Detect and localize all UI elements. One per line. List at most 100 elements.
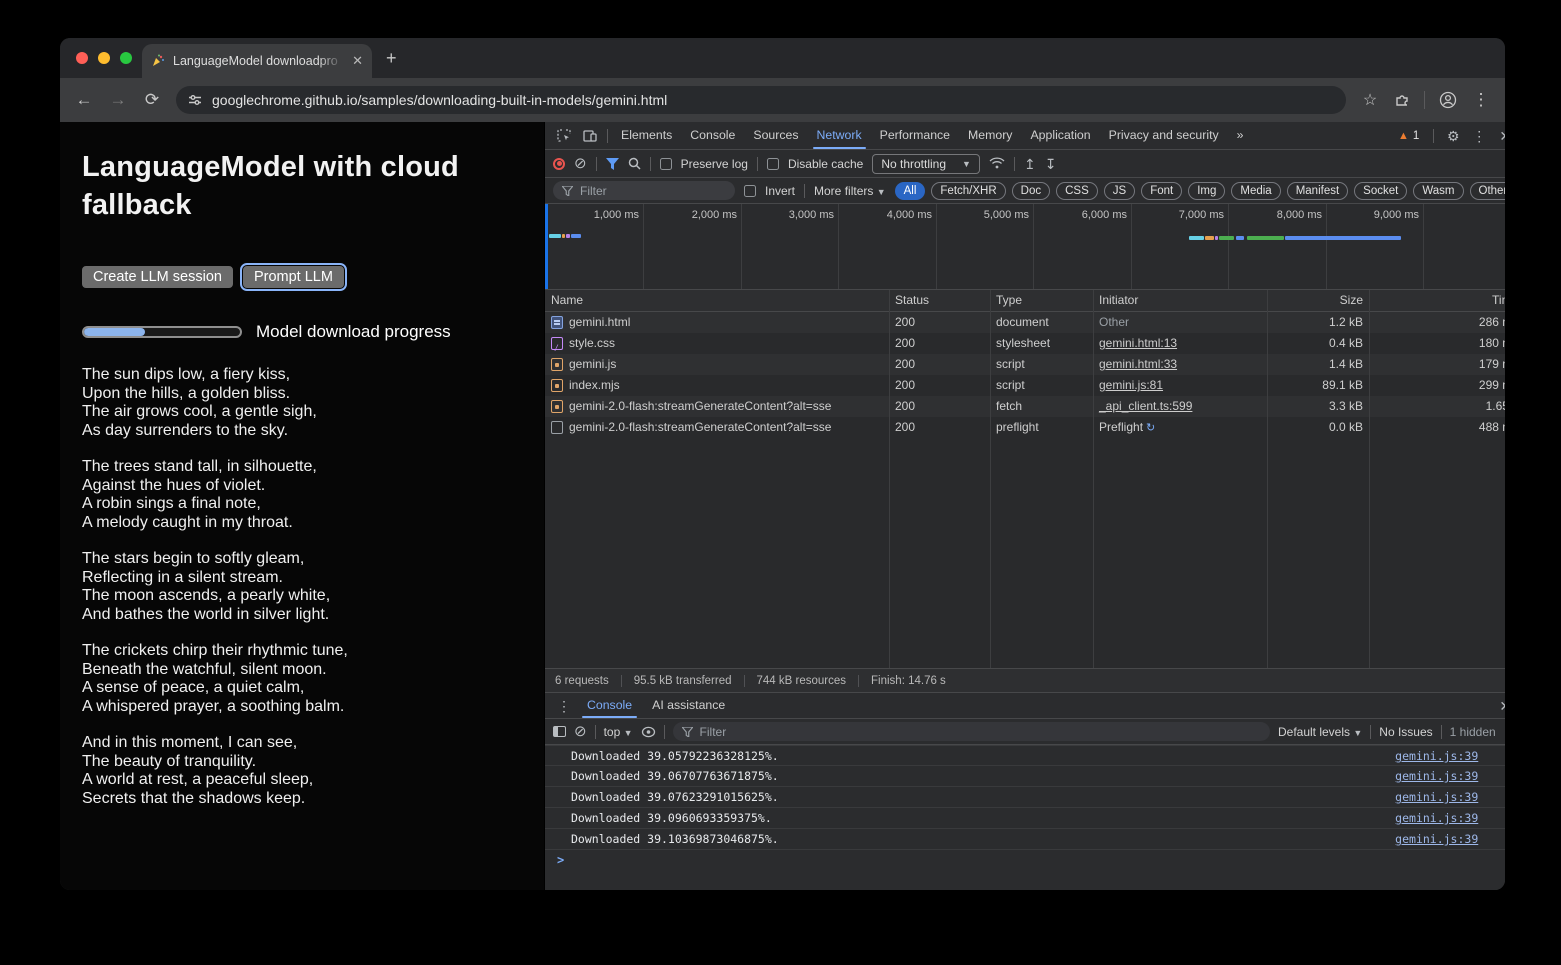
pill-wasm[interactable]: Wasm (1413, 182, 1463, 200)
log-source-link[interactable]: gemini.js:39 (1395, 746, 1478, 765)
tab-memory[interactable]: Memory (959, 122, 1021, 149)
hidden-messages-count[interactable]: 1 hidden (1450, 725, 1496, 739)
tab-application[interactable]: Application (1021, 122, 1099, 149)
table-row[interactable]: gemini-2.0-flash:streamGenerateContent?a… (545, 417, 1505, 438)
log-source-link[interactable]: gemini.js:39 (1395, 829, 1478, 849)
col-initiator[interactable]: Initiator (1093, 290, 1267, 311)
console-prompt[interactable]: > (545, 850, 1505, 870)
warnings-badge[interactable]: ▲ 1 (1398, 130, 1419, 142)
request-initiator-link[interactable]: gemini.html:13 (1099, 336, 1177, 350)
tab-privacy-security[interactable]: Privacy and security (1100, 122, 1228, 149)
network-filter-input[interactable]: Filter (553, 181, 735, 200)
drawer-close-icon[interactable]: ✕ (1492, 699, 1505, 713)
record-network-log-icon[interactable] (553, 158, 565, 170)
request-initiator-link[interactable]: gemini.js:81 (1099, 378, 1163, 392)
pill-font[interactable]: Font (1141, 182, 1182, 200)
export-har-icon[interactable]: ↧ (1045, 157, 1057, 171)
more-tabs-icon[interactable]: » (1228, 122, 1253, 149)
pill-manifest[interactable]: Manifest (1287, 182, 1348, 200)
extensions-icon[interactable] (1394, 92, 1410, 108)
overview-left-handle[interactable] (545, 204, 548, 289)
pill-img[interactable]: Img (1188, 182, 1225, 200)
back-icon[interactable]: ← (74, 90, 94, 110)
col-name[interactable]: Name (545, 290, 889, 311)
pill-js[interactable]: JS (1104, 182, 1135, 200)
log-source-link[interactable]: gemini.js:39 (1395, 787, 1478, 807)
browser-tab[interactable]: LanguageModel downloadpro ✕ (142, 44, 372, 78)
pill-socket[interactable]: Socket (1354, 182, 1407, 200)
invert-checkbox[interactable] (744, 185, 756, 197)
pill-fetch-xhr[interactable]: Fetch/XHR (931, 182, 1005, 200)
clear-console-icon[interactable]: ⊘ (574, 724, 587, 739)
request-initiator-link[interactable]: gemini.html:33 (1099, 357, 1177, 371)
log-source-link[interactable]: gemini.js:39 (1395, 766, 1478, 786)
pill-doc[interactable]: Doc (1012, 182, 1050, 200)
prompt-llm-button[interactable]: Prompt LLM (243, 266, 344, 288)
tab-close-icon[interactable]: ✕ (352, 53, 363, 69)
network-settings-icon[interactable]: ⚙ (1504, 157, 1505, 171)
console-log-row[interactable]: Downloaded 39.05792236328125%. gemini.js… (545, 745, 1505, 766)
log-source-link[interactable]: gemini.js:39 (1395, 808, 1478, 828)
devtools-menu-icon[interactable]: ⋮ (1466, 129, 1492, 143)
request-initiator-link[interactable]: _api_client.ts:599 (1099, 399, 1192, 413)
tab-performance[interactable]: Performance (871, 122, 959, 149)
disable-cache-checkbox[interactable] (767, 158, 779, 170)
tab-network[interactable]: Network (808, 122, 871, 149)
table-row[interactable]: gemini.js 200 script gemini.html:33 1.4 … (545, 354, 1505, 375)
network-conditions-icon[interactable] (989, 157, 1005, 170)
pill-media[interactable]: Media (1231, 182, 1280, 200)
col-status[interactable]: Status (889, 290, 990, 311)
pill-css[interactable]: CSS (1056, 182, 1098, 200)
context-selector[interactable]: top ▼ (604, 725, 633, 739)
device-toolbar-icon[interactable] (577, 129, 603, 143)
inspect-element-icon[interactable] (551, 129, 577, 143)
tab-sources[interactable]: Sources (744, 122, 807, 149)
network-timeline-overview[interactable]: 1,000 ms 2,000 ms 3,000 ms 4,000 ms 5,00… (545, 204, 1505, 290)
table-row[interactable]: index.mjs 200 script gemini.js:81 89.1 k… (545, 375, 1505, 396)
maximize-window-button[interactable] (120, 52, 132, 64)
browser-menu-icon[interactable]: ⋮ (1471, 90, 1491, 110)
console-settings-icon[interactable]: ⚙ (1504, 725, 1505, 739)
table-row[interactable]: gemini.html 200 document Other 1.2 kB 28… (545, 312, 1505, 333)
throttling-select[interactable]: No throttling ▼ (872, 154, 980, 174)
pill-all[interactable]: All (895, 182, 926, 200)
drawer-tab-ai-assistance[interactable]: AI assistance (642, 693, 735, 718)
profile-avatar[interactable] (1439, 91, 1457, 109)
console-sidebar-icon[interactable] (553, 726, 566, 737)
issues-indicator[interactable]: No Issues (1379, 725, 1432, 739)
clear-network-log-icon[interactable]: ⊘ (574, 156, 587, 171)
live-expression-eye-icon[interactable] (641, 726, 656, 738)
url-bar[interactable]: googlechrome.github.io/samples/downloadi… (176, 86, 1346, 114)
search-icon[interactable] (628, 157, 641, 170)
col-time[interactable]: Time (1369, 290, 1505, 311)
table-row[interactable]: style.css 200 stylesheet gemini.html:13 … (545, 333, 1505, 354)
console-log-row[interactable]: Downloaded 39.07623291015625%. gemini.js… (545, 787, 1505, 808)
log-levels-select[interactable]: Default levels ▼ (1278, 725, 1362, 739)
minimize-window-button[interactable] (98, 52, 110, 64)
console-log-row[interactable]: Downloaded 39.06707763671875%. gemini.js… (545, 766, 1505, 787)
col-size[interactable]: Size (1267, 290, 1369, 311)
forward-icon[interactable]: → (108, 90, 128, 110)
more-filters-button[interactable]: More filters ▼ (814, 184, 886, 198)
drawer-tab-console[interactable]: Console (577, 693, 642, 718)
console-log-row[interactable]: Downloaded 39.10369873046875%. gemini.js… (545, 829, 1505, 850)
preserve-log-checkbox[interactable] (660, 158, 672, 170)
preflight-link-icon[interactable]: ↻ (1146, 422, 1155, 434)
tab-console[interactable]: Console (681, 122, 744, 149)
console-log-row[interactable]: Downloaded 39.0960693359375%. gemini.js:… (545, 808, 1505, 829)
devtools-close-icon[interactable]: ✕ (1492, 129, 1505, 143)
console-filter-input[interactable]: Filter (673, 722, 1270, 741)
create-llm-session-button[interactable]: Create LLM session (82, 266, 233, 288)
site-settings-icon[interactable] (188, 93, 202, 107)
bookmark-star-icon[interactable]: ☆ (1360, 90, 1380, 110)
close-window-button[interactable] (76, 52, 88, 64)
table-row[interactable]: gemini-2.0-flash:streamGenerateContent?a… (545, 396, 1505, 417)
pill-other[interactable]: Other (1470, 182, 1506, 200)
devtools-settings-icon[interactable]: ⚙ (1440, 129, 1466, 143)
col-type[interactable]: Type (990, 290, 1093, 311)
reload-icon[interactable]: ⟳ (142, 90, 162, 110)
new-tab-button[interactable]: + (386, 49, 397, 67)
filter-funnel-icon[interactable] (606, 158, 619, 170)
import-har-icon[interactable]: ↥ (1024, 157, 1036, 171)
drawer-menu-icon[interactable]: ⋮ (551, 699, 577, 713)
